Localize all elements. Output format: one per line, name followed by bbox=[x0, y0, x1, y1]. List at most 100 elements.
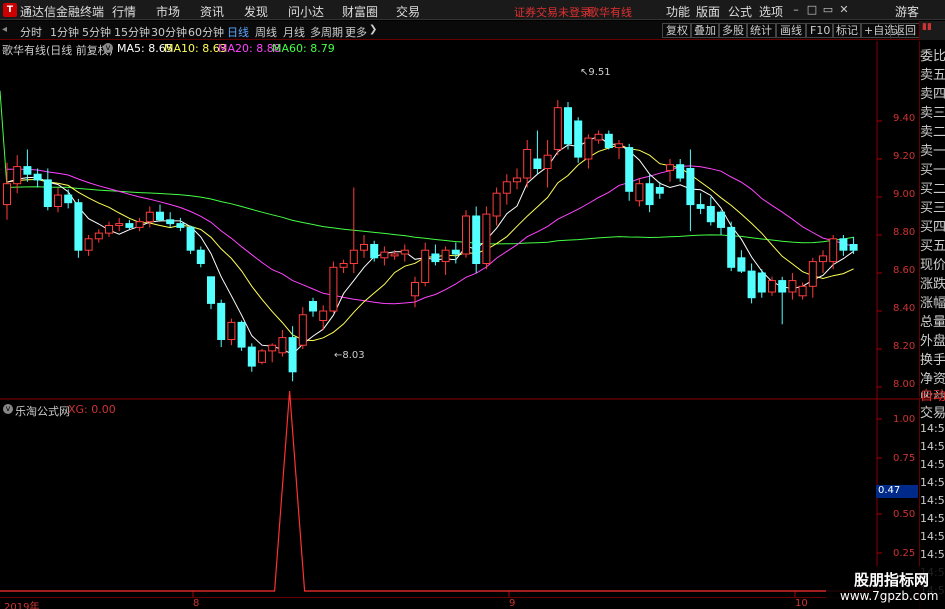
candle[interactable] bbox=[64, 189, 73, 209]
candle[interactable] bbox=[564, 102, 572, 150]
menu-market[interactable]: 市场 bbox=[156, 3, 180, 20]
candle[interactable] bbox=[43, 168, 52, 211]
adjust-button[interactable]: 复权 bbox=[662, 23, 692, 38]
menu-layout[interactable]: 版面 bbox=[696, 3, 720, 20]
candle[interactable] bbox=[543, 140, 552, 188]
candle[interactable] bbox=[747, 263, 756, 304]
candle[interactable] bbox=[278, 330, 287, 357]
quote-item[interactable]: 外盘 bbox=[920, 330, 945, 349]
candle[interactable] bbox=[33, 168, 42, 188]
candle[interactable] bbox=[207, 276, 215, 310]
menu-options[interactable]: 选项 bbox=[759, 3, 783, 20]
candle[interactable] bbox=[3, 162, 11, 220]
candle[interactable] bbox=[523, 140, 532, 188]
candle[interactable] bbox=[237, 320, 246, 351]
candle[interactable] bbox=[339, 259, 348, 273]
candle[interactable] bbox=[727, 221, 736, 272]
candle[interactable] bbox=[166, 212, 175, 228]
stats-button[interactable]: 统计 bbox=[746, 23, 776, 38]
candle[interactable] bbox=[380, 246, 389, 266]
candle[interactable] bbox=[360, 235, 368, 258]
quote-item[interactable]: 卖五 bbox=[920, 64, 945, 83]
candle[interactable] bbox=[329, 261, 338, 313]
quote-item[interactable]: 卖三 bbox=[920, 102, 945, 121]
tab-1min[interactable]: 1分钟 bbox=[50, 24, 79, 40]
candle[interactable] bbox=[74, 198, 83, 258]
quote-item[interactable]: 换手 bbox=[920, 349, 945, 368]
menu-trade[interactable]: 交易 bbox=[396, 3, 420, 20]
quote-item[interactable]: 买三 bbox=[920, 197, 945, 216]
candle[interactable] bbox=[757, 269, 766, 298]
candle[interactable] bbox=[778, 276, 787, 325]
restore-icon[interactable]: □ bbox=[805, 2, 819, 17]
candle[interactable] bbox=[686, 149, 695, 232]
candle[interactable] bbox=[115, 217, 124, 232]
candle[interactable] bbox=[645, 174, 654, 213]
candle[interactable] bbox=[105, 221, 113, 237]
user-label[interactable]: 游客 bbox=[895, 3, 919, 20]
mark-button[interactable]: 标记 bbox=[832, 23, 862, 38]
candle[interactable] bbox=[808, 257, 817, 298]
menu-discover[interactable]: 发现 bbox=[244, 3, 268, 20]
menu-toggle-icon[interactable]: ◂ bbox=[2, 24, 14, 36]
candle[interactable] bbox=[676, 159, 685, 182]
candle[interactable] bbox=[125, 219, 134, 230]
chevron-right-icon[interactable]: ❯ bbox=[369, 24, 377, 35]
tab-trade[interactable]: 交易 bbox=[920, 402, 945, 421]
indicator-settings-icon[interactable]: v bbox=[3, 404, 13, 414]
quote-item[interactable]: 买二 bbox=[920, 178, 945, 197]
candle[interactable] bbox=[145, 206, 154, 228]
quote-item[interactable]: 买四 bbox=[920, 216, 945, 235]
tab-multi-period[interactable]: 多周期 bbox=[310, 24, 343, 40]
candle[interactable] bbox=[788, 273, 797, 300]
settings-icon[interactable]: v bbox=[103, 43, 113, 53]
candle[interactable] bbox=[135, 217, 144, 232]
tab-daily[interactable]: 日线 bbox=[227, 24, 249, 40]
tab-monthly[interactable]: 月线 bbox=[283, 24, 305, 40]
candle[interactable] bbox=[196, 246, 205, 268]
candle[interactable] bbox=[94, 229, 103, 243]
candle[interactable] bbox=[370, 240, 379, 262]
candle[interactable] bbox=[706, 197, 715, 226]
candle[interactable] bbox=[156, 204, 164, 222]
candle[interactable] bbox=[594, 130, 603, 144]
candle[interactable] bbox=[696, 193, 705, 215]
maximize-icon[interactable]: ▭ bbox=[821, 2, 835, 17]
candle[interactable] bbox=[625, 143, 634, 201]
menu-news[interactable]: 资讯 bbox=[200, 3, 224, 20]
indicator-name[interactable]: 乐淘公式网 bbox=[15, 403, 70, 419]
candle[interactable] bbox=[604, 130, 613, 150]
candle[interactable] bbox=[258, 349, 266, 365]
candle[interactable] bbox=[513, 168, 521, 190]
draw-button[interactable]: 画线 bbox=[776, 23, 806, 38]
quote-item[interactable]: 涨跌 bbox=[920, 273, 945, 292]
candle[interactable] bbox=[737, 250, 746, 273]
candle[interactable] bbox=[666, 159, 674, 182]
candle[interactable] bbox=[819, 250, 827, 273]
candle[interactable] bbox=[472, 206, 481, 274]
candle[interactable] bbox=[462, 210, 470, 258]
quote-item[interactable]: 买五 bbox=[920, 235, 945, 254]
menu-function[interactable]: 功能 bbox=[666, 3, 690, 20]
candle[interactable] bbox=[247, 343, 256, 372]
menu-wealth[interactable]: 财富圈 bbox=[342, 3, 378, 20]
candle[interactable] bbox=[217, 299, 226, 348]
menu-quotes[interactable]: 行情 bbox=[112, 3, 136, 20]
candle[interactable] bbox=[441, 246, 450, 275]
candle[interactable] bbox=[533, 130, 542, 175]
quote-item[interactable]: 现价 bbox=[920, 254, 945, 273]
candle[interactable] bbox=[849, 236, 858, 254]
candle[interactable] bbox=[553, 100, 562, 156]
quote-item[interactable]: 卖二 bbox=[920, 121, 945, 140]
candle[interactable] bbox=[400, 244, 409, 262]
quote-item[interactable]: 卖四 bbox=[920, 83, 945, 102]
tab-30min[interactable]: 30分钟 bbox=[151, 24, 187, 40]
candle[interactable] bbox=[492, 187, 501, 226]
candle[interactable] bbox=[431, 244, 440, 266]
candle[interactable] bbox=[176, 217, 185, 232]
candle[interactable] bbox=[54, 187, 62, 213]
candle[interactable] bbox=[584, 134, 593, 169]
close-icon[interactable]: ✕ bbox=[837, 2, 851, 17]
menu-formula[interactable]: 公式 bbox=[728, 3, 752, 20]
back-button[interactable]: 返回 bbox=[890, 23, 920, 38]
